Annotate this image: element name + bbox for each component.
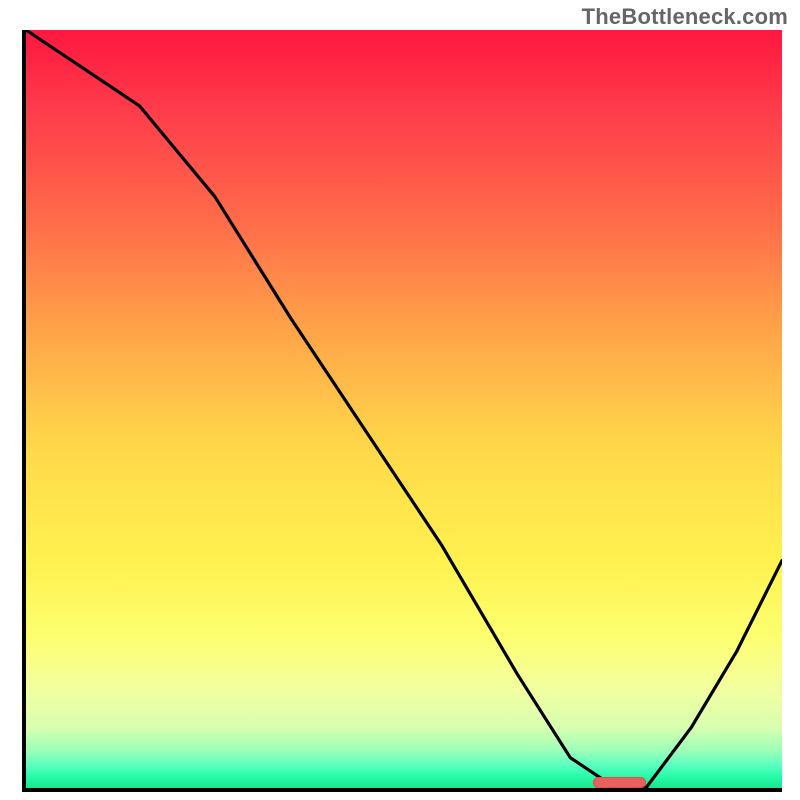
bottleneck-curve xyxy=(26,30,782,788)
plot-area xyxy=(22,30,782,792)
watermark-text: TheBottleneck.com xyxy=(582,4,788,30)
chart-container: TheBottleneck.com xyxy=(0,0,800,800)
optimal-range-marker xyxy=(593,777,646,788)
curve-path xyxy=(26,30,782,788)
